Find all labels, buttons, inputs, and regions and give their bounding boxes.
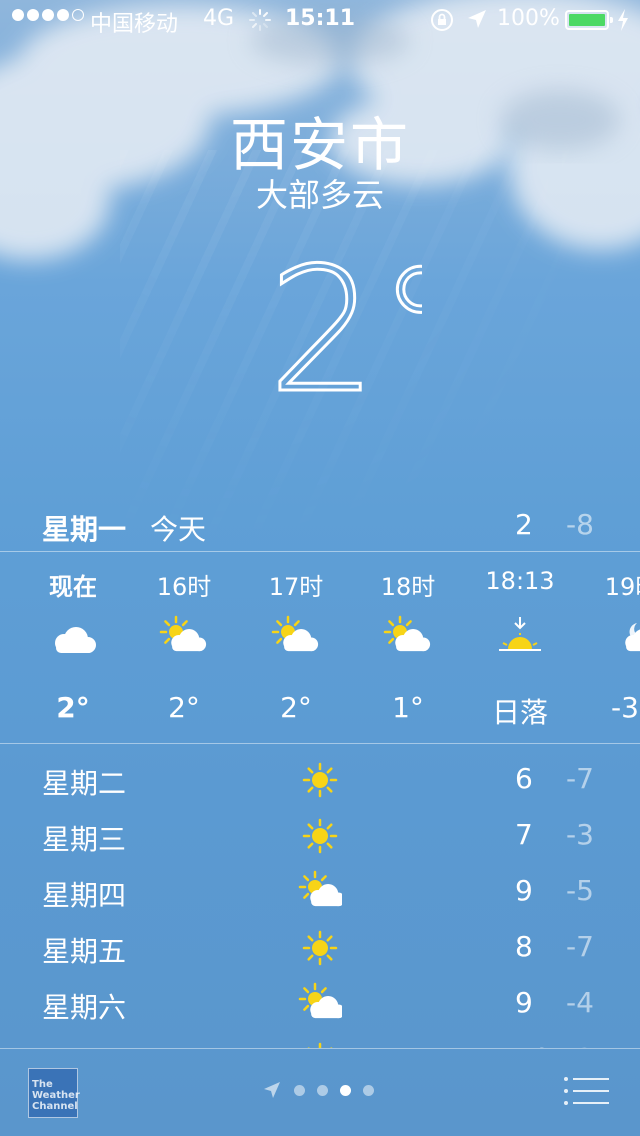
daily-forecast-row: 星期五 8 -7 bbox=[0, 918, 640, 974]
today-day: 星期一 bbox=[42, 513, 127, 546]
sunny-icon bbox=[307, 1042, 333, 1048]
hourly-temp: 日落 bbox=[491, 696, 548, 729]
city-list-button-icon[interactable] bbox=[563, 1076, 609, 1106]
partly-cloudy-icon bbox=[383, 615, 431, 652]
hourly-time: 18:13 bbox=[485, 567, 555, 595]
hourly-forecast-scroller[interactable]: 现在 2°16时 2°17时 2°18时 1°18:13 日落19时 -3° bbox=[0, 553, 640, 743]
hourly-item: 17时 2° bbox=[251, 553, 341, 743]
battery-icon bbox=[565, 10, 613, 30]
charging-bolt-icon bbox=[618, 9, 628, 31]
daily-day: 星期五 bbox=[42, 935, 127, 968]
hourly-time: 18时 bbox=[380, 573, 436, 601]
svg-text:2°: 2° bbox=[268, 240, 422, 410]
partly-cloudy-icon bbox=[298, 982, 342, 1019]
daily-day: 星期二 bbox=[42, 767, 127, 800]
page-dot[interactable] bbox=[317, 1084, 328, 1096]
current-temperature: 2° bbox=[267, 240, 423, 410]
hourly-temp: 2° bbox=[56, 691, 90, 724]
location-arrow-icon bbox=[468, 10, 486, 28]
cloudy-icon bbox=[55, 627, 96, 653]
hourly-item: 19时 -3° bbox=[587, 553, 640, 743]
daily-forecast-row: 星期四 9 -5 bbox=[0, 862, 640, 918]
hourly-item: 18:13 日落 bbox=[475, 553, 565, 743]
hourly-time: 16时 bbox=[156, 573, 212, 601]
daily-forecast-row: 星期六 9 -4 bbox=[0, 974, 640, 1030]
page-indicator[interactable] bbox=[262, 1080, 374, 1100]
daily-low: -3 bbox=[566, 818, 594, 851]
daily-day: 星期四 bbox=[42, 879, 127, 912]
page-dot[interactable] bbox=[363, 1084, 374, 1096]
rotation-lock-icon bbox=[431, 9, 453, 31]
today-label: 今天 bbox=[150, 513, 207, 546]
daily-high: 8 bbox=[515, 930, 533, 963]
daily-low: -7 bbox=[566, 762, 594, 795]
hourly-item: 18时 1° bbox=[363, 553, 453, 743]
daily-day: 星期三 bbox=[42, 823, 127, 856]
today-high: 2 bbox=[515, 508, 533, 541]
partly-cloudy-icon bbox=[271, 615, 319, 652]
daily-forecast-row: 星期二 6 -7 bbox=[0, 750, 640, 806]
daily-low: -7 bbox=[566, 930, 594, 963]
daily-high: 9 bbox=[515, 986, 533, 1019]
divider bbox=[0, 743, 640, 744]
daily-high: 7 bbox=[515, 818, 533, 851]
daily-high: 9 bbox=[515, 874, 533, 907]
hourly-time: 现在 bbox=[49, 573, 97, 601]
battery-percent: 100% bbox=[497, 6, 560, 31]
hourly-item: 16时 2° bbox=[139, 553, 229, 743]
status-bar: 中国移动 4G 15:11 100% bbox=[0, 0, 640, 40]
hourly-temp: -3° bbox=[611, 691, 640, 724]
daily-day: 星期六 bbox=[42, 991, 127, 1024]
divider bbox=[0, 551, 640, 552]
page-dot[interactable] bbox=[294, 1084, 305, 1096]
daily-forecast-row: 星期三 7 -3 bbox=[0, 806, 640, 862]
hourly-time: 19时 bbox=[604, 573, 640, 601]
sunny-icon bbox=[302, 930, 338, 966]
weather-channel-logo[interactable]: The Weather Channel bbox=[28, 1068, 80, 1118]
daily-high: 6 bbox=[515, 762, 533, 795]
daily-low: -5 bbox=[566, 874, 594, 907]
current-location-arrow-icon bbox=[264, 1082, 280, 1098]
sunny-icon bbox=[302, 818, 338, 854]
weather-condition: 大部多云 bbox=[255, 176, 384, 214]
bottom-toolbar: The Weather Channel bbox=[0, 1048, 640, 1136]
hourly-temp: 2° bbox=[280, 691, 312, 724]
hourly-temp: 1° bbox=[392, 691, 424, 724]
partly-cloudy-icon bbox=[298, 870, 342, 907]
daily-low: -4 bbox=[566, 986, 594, 1019]
page-dot[interactable] bbox=[340, 1084, 351, 1096]
partly-cloudy-icon bbox=[159, 615, 207, 652]
hourly-item: 现在 2° bbox=[28, 553, 118, 743]
today-summary-row: 星期一 今天 2 -8 bbox=[0, 500, 640, 550]
night-cloudy-icon bbox=[625, 623, 640, 652]
daily-forecast-list[interactable]: 星期二 6 -7 星期三 7 -3 星期四 9 -5 星期五 8 -7 星期六 9 -4… bbox=[0, 750, 640, 1048]
today-low: -8 bbox=[566, 508, 594, 541]
daily-forecast-row: 星期日 10 -3 bbox=[0, 1030, 640, 1048]
weather-channel-logo-text: The Weather Channel bbox=[32, 1079, 80, 1112]
hourly-time: 17时 bbox=[268, 573, 324, 601]
hourly-temp: 2° bbox=[168, 691, 200, 724]
sunny-icon bbox=[302, 762, 338, 798]
sunset-icon bbox=[499, 617, 541, 651]
